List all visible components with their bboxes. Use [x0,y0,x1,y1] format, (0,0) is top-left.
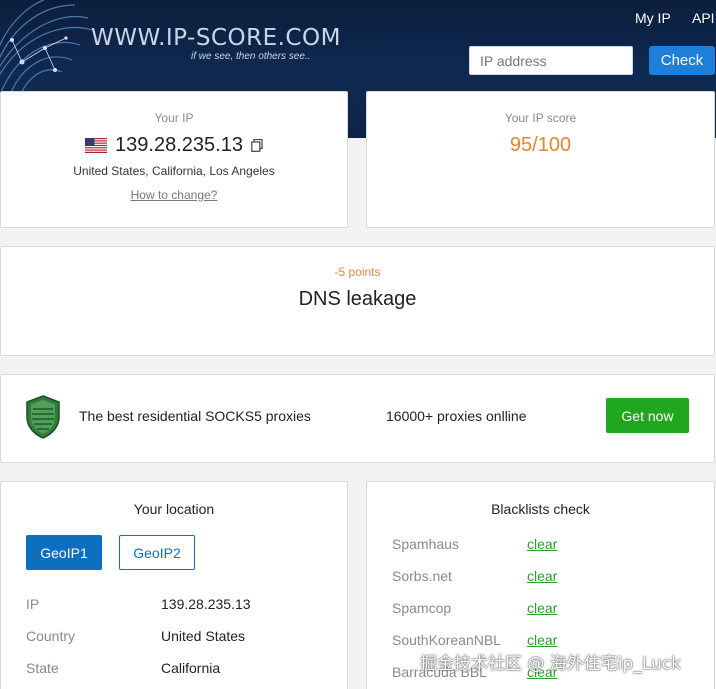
site-logo-text[interactable]: WWW.IP-SCORE.COM [91,25,341,51]
ad-headline: The best residential SOCKS5 proxies [79,408,311,424]
shield-icon [26,395,60,439]
copy-icon[interactable] [251,139,263,152]
location-row-value: 139.28.235.13 [161,596,251,612]
location-row-label: Country [26,628,76,644]
blacklist-name: SouthKoreanNBL [392,632,501,648]
check-button[interactable]: Check [649,46,715,75]
ip-row: 139.28.235.13 [1,134,347,157]
how-to-change-link[interactable]: How to change? [1,188,347,202]
nav-api-link[interactable]: API [692,10,715,26]
watermark-text: 掘金技术社区 @ 海外住宅ip_Luck [420,654,681,674]
proxy-ad-banner: The best residential SOCKS5 proxies 1600… [0,374,715,463]
ip-location: United States, California, Los Angeles [73,164,275,178]
location-title: Your location [133,501,215,517]
fingerprint-logo-icon [0,0,92,95]
location-row-label: State [26,660,59,676]
blacklists-title: Blacklists check [491,501,590,517]
us-flag-icon [85,138,108,153]
location-row-label: IP [26,596,40,612]
nav-my-ip-link[interactable]: My IP [635,10,671,26]
tab-geoip1[interactable]: GeoIP1 [26,535,102,570]
location-row-value: California [161,660,221,676]
tab-geoip2[interactable]: GeoIP2 [119,535,195,570]
dns-title: DNS leakage [298,288,417,310]
site-tagline: if we see, then others see.. [191,51,311,62]
blacklist-status-link[interactable]: clear [527,536,557,552]
blacklist-name: Spamhaus [392,536,459,552]
your-ip-label: Your IP [154,111,194,125]
blacklist-name: Spamcop [392,600,452,616]
ip-score-value: 95/100 [509,134,572,156]
get-now-button[interactable]: Get now [606,398,689,433]
ip-value: 139.28.235.13 [115,134,243,156]
dns-points: -5 points [334,265,381,279]
blacklist-status-link[interactable]: clear [527,600,557,616]
dns-leakage-card: -5 points DNS leakage [0,246,715,356]
blacklist-name: Sorbs.net [392,568,452,584]
your-ip-card: Your IP 139.28.235.13 United States, Cal… [0,91,348,228]
location-row-value: United States [161,628,246,644]
ad-proxy-count: 16000+ proxies onlline [386,408,527,424]
blacklist-status-link[interactable]: clear [527,568,557,584]
ip-address-input[interactable] [469,46,633,75]
blacklist-status-link[interactable]: clear [527,632,557,648]
ip-score-card: Your IP score 95/100 [366,91,715,228]
ip-score-label: Your IP score [504,111,577,125]
your-location-card: Your location GeoIP1 GeoIP2 IP 139.28.23… [0,481,348,689]
